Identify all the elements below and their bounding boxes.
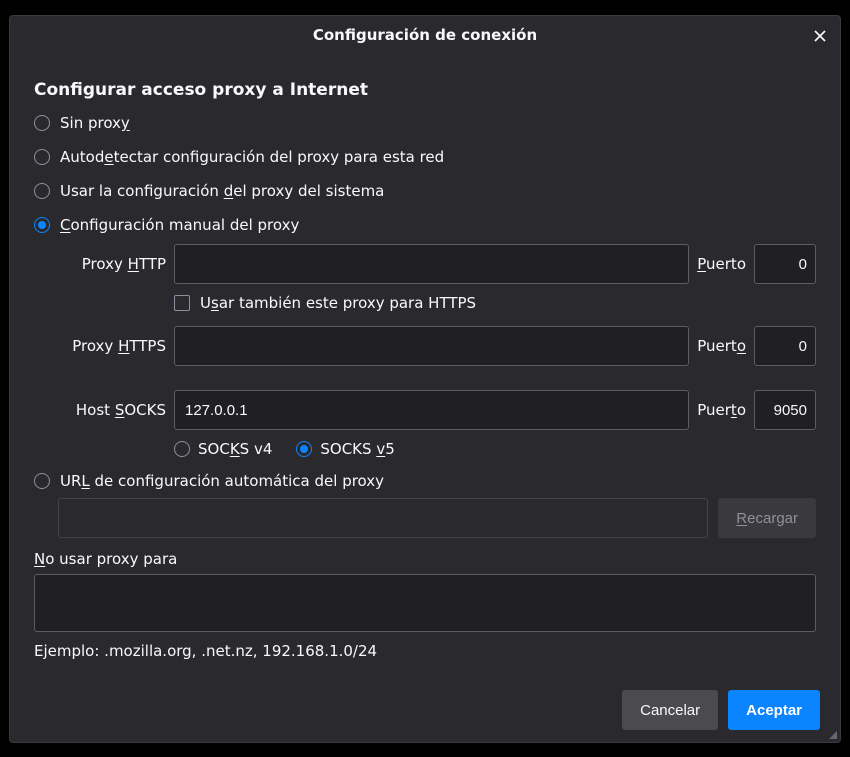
auto-config-url-row: Recargar [58,498,816,538]
no-proxy-example: Ejemplo: .mozilla.org, .net.nz, 192.168.… [34,642,816,660]
auto-config-url-input[interactable] [58,498,708,538]
resize-handle[interactable] [825,727,839,741]
radio-label: Sin proxy [60,114,130,132]
radio-icon [34,217,50,233]
radio-manual-proxy[interactable]: Configuración manual del proxy [34,216,816,234]
radio-system-proxy[interactable]: Usar la configuración del proxy del sist… [34,182,816,200]
connection-settings-dialog: Configuración de conexión Configurar acc… [9,15,841,743]
use-for-https-checkbox[interactable]: Usar también este proxy para HTTPS [166,294,816,312]
radio-icon [34,473,50,489]
close-icon [812,28,828,44]
radio-label: Configuración manual del proxy [60,216,299,234]
no-proxy-label: No usar proxy para [34,550,816,568]
dialog-header: Configuración de conexión [10,16,840,54]
https-proxy-label: Proxy HTTPS [34,337,166,355]
socks-port-input[interactable] [754,390,816,430]
radio-label: URL de configuración automática del prox… [60,472,384,490]
accept-button[interactable]: Aceptar [728,690,820,730]
close-button[interactable] [808,24,832,48]
radio-label: SOCKS v5 [320,440,394,458]
radio-label: Autodetectar configuración del proxy par… [60,148,444,166]
radio-autodetect[interactable]: Autodetectar configuración del proxy par… [34,148,816,166]
checkbox-label: Usar también este proxy para HTTPS [200,294,476,312]
dialog-footer: Cancelar Aceptar [10,684,840,742]
https-proxy-row: Proxy HTTPS Puerto [34,326,816,366]
radio-label: SOCKS v4 [198,440,272,458]
dialog-title: Configuración de conexión [313,26,537,44]
radio-icon [174,441,190,457]
section-heading: Configurar acceso proxy a Internet [34,80,816,100]
https-port-label: Puerto [697,337,746,355]
http-proxy-input[interactable] [174,244,689,284]
http-proxy-label: Proxy HTTP [34,255,166,273]
radio-socks-v4[interactable]: SOCKS v4 [174,440,272,458]
socks-host-label: Host SOCKS [34,401,166,419]
https-proxy-input[interactable] [174,326,689,366]
http-proxy-row: Proxy HTTP Puerto [34,244,816,284]
radio-icon [34,183,50,199]
radio-icon [34,115,50,131]
radio-auto-config-url[interactable]: URL de configuración automática del prox… [34,472,816,490]
https-port-input[interactable] [754,326,816,366]
reload-button[interactable]: Recargar [718,498,816,538]
radio-label: Usar la configuración del proxy del sist… [60,182,384,200]
socks-host-input[interactable] [174,390,689,430]
radio-no-proxy[interactable]: Sin proxy [34,114,816,132]
dialog-body: Configurar acceso proxy a Internet Sin p… [10,54,840,684]
http-port-label: Puerto [697,255,746,273]
radio-icon [34,149,50,165]
radio-socks-v5[interactable]: SOCKS v5 [296,440,394,458]
socks-version-row: SOCKS v4 SOCKS v5 [166,440,816,458]
checkbox-icon [174,295,190,311]
cancel-button[interactable]: Cancelar [622,690,718,730]
socks-host-row: Host SOCKS Puerto [34,390,816,430]
radio-icon [296,441,312,457]
no-proxy-textarea[interactable] [34,574,816,632]
http-port-input[interactable] [754,244,816,284]
socks-port-label: Puerto [697,401,746,419]
